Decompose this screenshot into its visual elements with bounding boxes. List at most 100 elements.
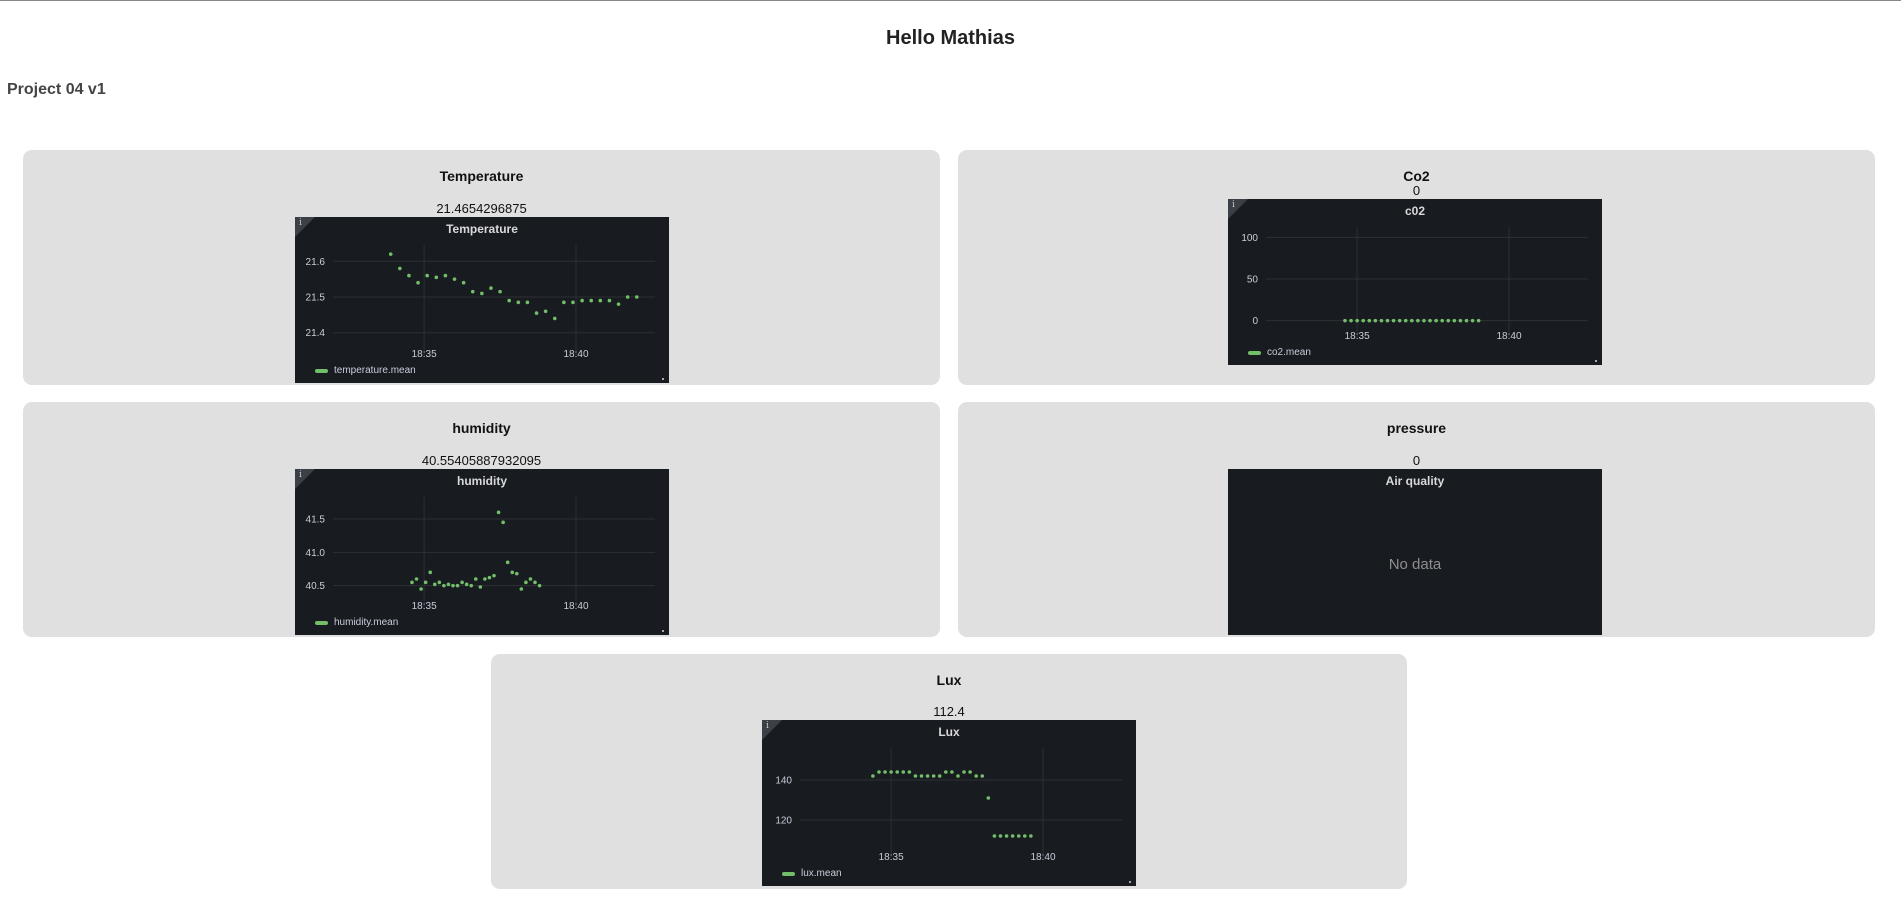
data-point[interactable]	[480, 291, 484, 296]
data-point[interactable]	[883, 770, 887, 774]
lux-panel[interactable]: 120 140 18:35 18:40 i Lux lux.mean	[762, 720, 1136, 886]
data-point[interactable]	[534, 311, 539, 315]
data-point[interactable]	[543, 309, 548, 314]
data-point[interactable]	[871, 774, 875, 778]
data-point[interactable]	[1004, 834, 1009, 838]
data-point[interactable]	[1403, 318, 1408, 323]
data-point[interactable]	[410, 580, 414, 585]
data-point[interactable]	[907, 770, 912, 774]
legend-item[interactable]: temperature.mean	[315, 365, 416, 376]
data-point[interactable]	[931, 774, 936, 778]
data-point[interactable]	[505, 560, 510, 565]
data-point[interactable]	[416, 280, 420, 285]
data-point[interactable]	[562, 300, 566, 305]
data-point[interactable]	[460, 580, 464, 585]
data-point[interactable]	[1416, 318, 1420, 323]
data-point[interactable]	[589, 298, 594, 303]
data-point[interactable]	[962, 770, 966, 774]
data-point[interactable]	[1440, 318, 1444, 323]
data-point[interactable]	[446, 582, 451, 587]
resize-handle[interactable]	[1129, 881, 1131, 883]
data-point[interactable]	[442, 583, 446, 588]
data-point[interactable]	[1428, 318, 1432, 323]
data-point[interactable]	[616, 302, 621, 306]
data-point[interactable]	[607, 298, 612, 303]
data-point[interactable]	[925, 774, 930, 778]
resize-handle[interactable]	[1595, 360, 1597, 362]
data-point[interactable]	[980, 774, 985, 778]
data-point[interactable]	[487, 575, 492, 580]
data-point[interactable]	[1422, 318, 1426, 323]
data-point[interactable]	[434, 275, 439, 280]
data-point[interactable]	[489, 286, 493, 290]
data-point[interactable]	[998, 834, 1003, 838]
data-point[interactable]	[944, 770, 948, 774]
data-point[interactable]	[1452, 318, 1457, 323]
data-point[interactable]	[919, 774, 924, 778]
data-point[interactable]	[455, 583, 460, 588]
data-point[interactable]	[533, 580, 537, 585]
data-point[interactable]	[913, 774, 918, 778]
data-point[interactable]	[432, 582, 437, 587]
data-point[interactable]	[950, 770, 954, 774]
data-point[interactable]	[956, 774, 960, 778]
data-point[interactable]	[895, 770, 900, 774]
data-point[interactable]	[507, 298, 511, 303]
data-point[interactable]	[1464, 318, 1469, 323]
data-point[interactable]	[1343, 318, 1347, 323]
data-point[interactable]	[419, 587, 423, 591]
data-point[interactable]	[451, 583, 455, 588]
data-point[interactable]	[461, 280, 466, 285]
data-point[interactable]	[519, 587, 524, 591]
data-point[interactable]	[1476, 318, 1481, 323]
data-point[interactable]	[473, 577, 478, 581]
data-point[interactable]	[525, 300, 530, 305]
legend-item[interactable]: co2.mean	[1248, 347, 1311, 358]
data-point[interactable]	[974, 774, 978, 778]
data-point[interactable]	[492, 573, 496, 578]
data-point[interactable]	[1391, 318, 1396, 323]
data-point[interactable]	[516, 300, 521, 305]
temperature-panel[interactable]: 21.4 21.5 21.6 18:35 18:40 i Temperature tem…	[295, 217, 669, 383]
data-point[interactable]	[483, 577, 487, 581]
resize-handle[interactable]	[662, 630, 664, 632]
data-point[interactable]	[452, 277, 457, 281]
data-point[interactable]	[1367, 318, 1372, 323]
data-point[interactable]	[1397, 318, 1402, 323]
data-point[interactable]	[1379, 318, 1384, 323]
humidity-panel[interactable]: 40.5 41.0 41.5 18:35 18:40 i humidity humidi…	[295, 469, 669, 635]
data-point[interactable]	[478, 585, 483, 589]
legend-item[interactable]: humidity.mean	[315, 617, 398, 628]
resize-handle[interactable]	[662, 378, 664, 380]
legend-item[interactable]: lux.mean	[782, 868, 842, 879]
data-point[interactable]	[1385, 318, 1390, 323]
data-point[interactable]	[1434, 318, 1438, 323]
data-point[interactable]	[1010, 834, 1015, 838]
air-quality-panel[interactable]: Air quality No data	[1228, 469, 1602, 635]
data-point[interactable]	[1022, 834, 1027, 838]
data-point[interactable]	[407, 273, 411, 278]
data-point[interactable]	[528, 577, 533, 581]
data-point[interactable]	[877, 770, 881, 774]
data-point[interactable]	[1446, 318, 1451, 323]
data-point[interactable]	[510, 570, 515, 575]
data-point[interactable]	[571, 300, 575, 305]
data-point[interactable]	[1361, 318, 1366, 323]
data-point[interactable]	[464, 582, 469, 587]
data-point[interactable]	[1355, 318, 1359, 323]
data-point[interactable]	[423, 580, 428, 585]
data-point[interactable]	[1410, 318, 1414, 323]
co2-panel[interactable]: 0 50 100 18:35 18:40 i c02 co2.mean	[1228, 199, 1602, 365]
data-point[interactable]	[1349, 318, 1353, 323]
data-point[interactable]	[598, 298, 603, 303]
data-point[interactable]	[537, 583, 542, 588]
data-point[interactable]	[524, 580, 528, 585]
data-point[interactable]	[443, 273, 448, 278]
data-point[interactable]	[634, 295, 639, 299]
data-point[interactable]	[501, 520, 505, 525]
data-point[interactable]	[580, 298, 584, 303]
data-point[interactable]	[992, 834, 997, 838]
data-point[interactable]	[1458, 318, 1463, 323]
data-point[interactable]	[968, 770, 972, 774]
data-point[interactable]	[986, 796, 991, 800]
